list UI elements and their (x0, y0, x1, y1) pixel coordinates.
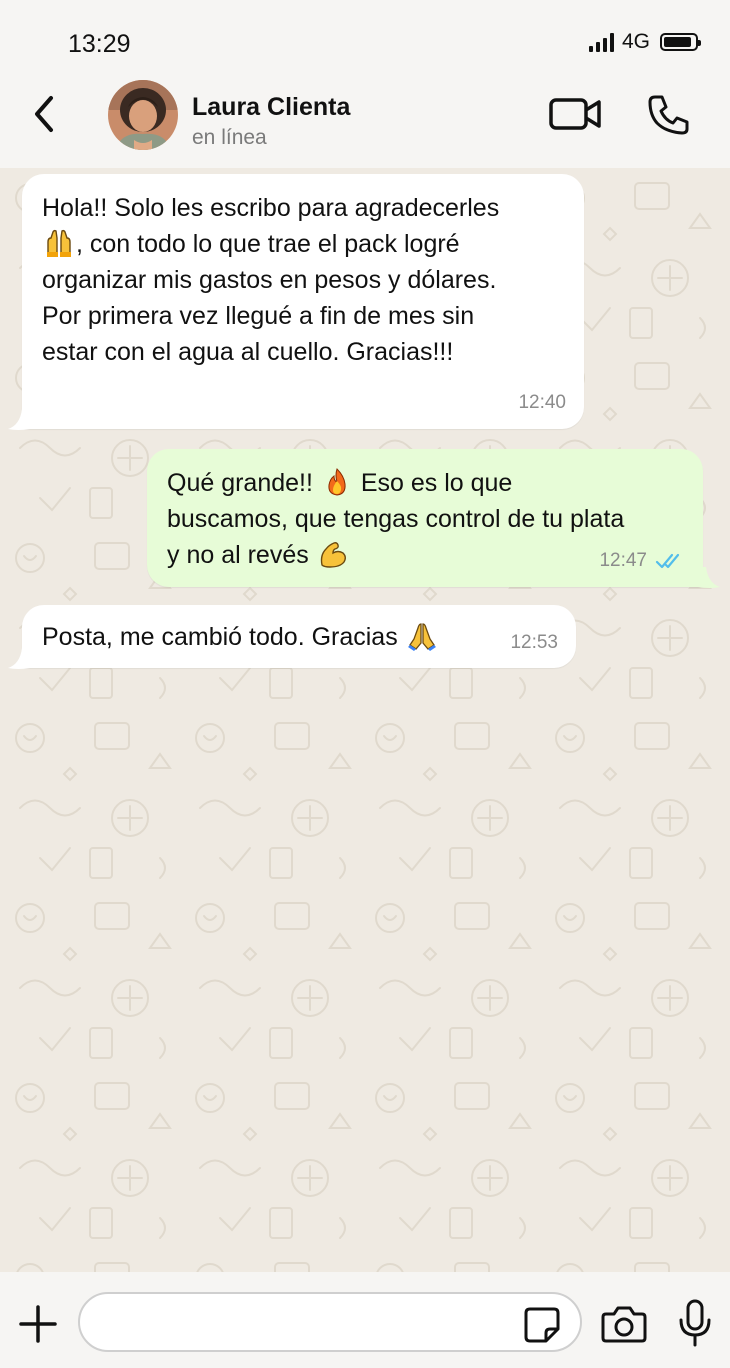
bubble-tail (8, 409, 30, 430)
contact-status: en línea (192, 126, 267, 149)
camera-icon (601, 1306, 647, 1343)
network-label: 4G (621, 30, 650, 53)
message-input[interactable] (78, 1292, 582, 1352)
input-bar (0, 1272, 730, 1368)
sticker-icon (524, 1307, 560, 1343)
microphone-button[interactable] (676, 1298, 714, 1348)
read-receipt-icon (655, 553, 680, 569)
message-text: Posta, me cambió todo. Gracias (42, 619, 556, 655)
bubble-tail (8, 648, 30, 669)
bubble-tail (698, 567, 720, 588)
voice-call-button[interactable] (646, 92, 692, 138)
back-button[interactable] (22, 92, 66, 136)
raising-hands-emoji (47, 229, 71, 257)
camera-button[interactable] (600, 1302, 648, 1346)
message-time: 12:40 (518, 392, 566, 413)
video-call-icon (549, 98, 601, 130)
message-meta: 12:47 (599, 543, 685, 579)
avatar-photo (108, 80, 178, 150)
fire-emoji (328, 468, 346, 496)
folded-hands-emoji (407, 623, 436, 651)
microphone-icon (679, 1299, 711, 1347)
sticker-button[interactable] (522, 1305, 562, 1345)
message-meta: 12:40 (518, 385, 566, 421)
status-bar: 13:29 4G (0, 0, 730, 80)
signal-icon (588, 32, 614, 52)
message-bubble-outgoing[interactable]: Qué grande!! Eso es lo que buscamos, que… (147, 449, 703, 587)
message-time: 12:47 (599, 550, 647, 571)
video-call-button[interactable] (548, 94, 604, 134)
back-chevron-icon (35, 96, 53, 132)
message-time: 12:53 (510, 632, 558, 653)
flexed-biceps-emoji (320, 542, 346, 568)
contact-name[interactable]: Laura Clienta (192, 93, 350, 122)
status-icons: 4G (588, 30, 701, 54)
battery-icon (660, 33, 701, 51)
avatar[interactable] (108, 80, 178, 150)
battery-level (664, 37, 691, 47)
phone-call-icon (648, 95, 689, 135)
plus-icon (19, 1305, 57, 1343)
attach-button[interactable] (16, 1302, 60, 1346)
status-time: 13:29 (68, 30, 131, 58)
message-meta: 12:53 (510, 625, 558, 661)
chat-header: Laura Clienta en línea (0, 80, 730, 168)
message-bubble-incoming[interactable]: Posta, me cambió todo. Gracias 12:53 (22, 605, 576, 668)
message-bubble-incoming[interactable]: Hola!! Solo les escribo para agradecerle… (22, 174, 584, 429)
chat-area[interactable]: Hola!! Solo les escribo para agradecerle… (0, 168, 730, 1272)
message-text: Hola!! Solo les escribo para agradecerle… (42, 194, 500, 366)
